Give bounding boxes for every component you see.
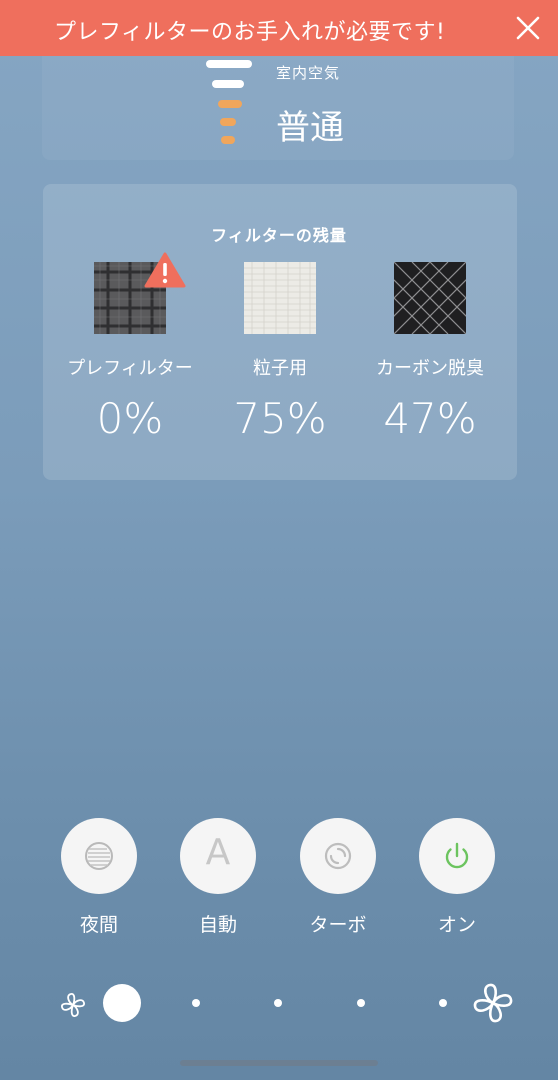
auto-mode-label: 自動 — [198, 914, 237, 936]
air-quality-caption: 室内空気 — [276, 64, 341, 82]
close-icon[interactable] — [510, 10, 546, 46]
filter-item-particle[interactable]: 粒子用 75% — [200, 262, 360, 443]
filter-percent: 47% — [383, 394, 477, 443]
filter-name: 粒子用 — [253, 358, 307, 379]
filter-percent: 75% — [233, 394, 327, 443]
particle-filter-image — [244, 262, 316, 334]
auto-mode-icon: A — [205, 832, 231, 873]
fan-speed-step[interactable] — [192, 999, 200, 1007]
filter-item-carbon[interactable]: カーボン脱臭 47% — [350, 261, 510, 443]
turbo-mode-icon — [324, 842, 352, 870]
auto-mode-button[interactable]: A — [180, 818, 256, 894]
home-indicator — [180, 1060, 378, 1066]
filter-name: カーボン脱臭 — [376, 358, 484, 379]
turbo-mode-button[interactable] — [300, 818, 376, 894]
fan-speed-step[interactable] — [274, 999, 282, 1007]
air-quality-level-indicator — [206, 60, 252, 152]
fan-low-icon[interactable] — [58, 990, 88, 1020]
fan-speed-step[interactable] — [439, 999, 447, 1007]
power-label: オン — [437, 914, 476, 936]
power-icon — [445, 842, 469, 869]
night-mode-icon — [85, 842, 113, 870]
turbo-mode-label: ターボ — [309, 914, 367, 936]
filter-percent: 0% — [96, 394, 164, 443]
air-quality-level: 普通 — [276, 108, 344, 148]
filter-name: プレフィルター — [67, 358, 193, 379]
night-mode-button[interactable] — [61, 818, 137, 894]
filter-status-title: フィルターの残量 — [211, 226, 347, 245]
prefilter-image — [94, 252, 186, 334]
power-button[interactable] — [419, 818, 495, 894]
warning-icon — [144, 252, 186, 288]
fan-high-icon[interactable] — [470, 980, 516, 1026]
filter-alert-banner[interactable]: プレフィルターのお手入れが必要です! — [0, 0, 558, 56]
fan-speed-step[interactable] — [357, 999, 365, 1007]
banner-text: プレフィルターのお手入れが必要です! — [54, 20, 446, 45]
night-mode-label: 夜間 — [79, 914, 118, 936]
filter-item-prefilter[interactable]: プレフィルター 0% — [50, 252, 210, 443]
fan-speed-slider-thumb[interactable] — [103, 984, 141, 1022]
carbon-filter-image — [357, 261, 503, 335]
